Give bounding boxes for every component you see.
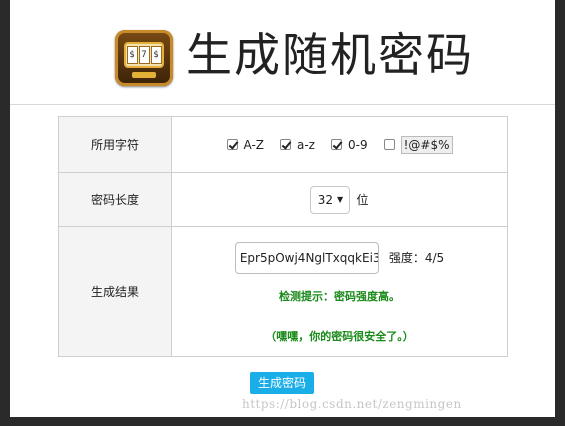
- strength-text: 强度：4/5: [388, 251, 445, 265]
- chevron-down-icon: ▼: [337, 195, 344, 204]
- page-title: 生成随机密码: [186, 28, 474, 82]
- length-unit: 位: [356, 193, 369, 207]
- header: $ 7 $ 生成随机密码: [10, 0, 555, 105]
- checkbox-lowercase-box[interactable]: [280, 139, 291, 150]
- watermark: https://blog.csdn.net/zengmingen: [242, 397, 462, 411]
- checkbox-symbols-box[interactable]: [383, 139, 395, 150]
- password-form: 所用字符 A-Z a-z 0-9 !@#$% 密码长度 32 ▼ 位 生成结果 …: [58, 116, 508, 357]
- slot-machine-icon: $ 7 $: [115, 30, 173, 86]
- reel: $: [150, 46, 162, 64]
- checkbox-uppercase-label: A-Z: [243, 137, 265, 152]
- strength-hint: 检测提示：密码强度高。: [279, 289, 400, 303]
- length-select-value: 32: [317, 192, 334, 207]
- length-label: 密码长度: [58, 172, 172, 227]
- checkbox-lowercase-label: a-z: [297, 137, 315, 152]
- checkbox-digits-label: 0-9: [347, 137, 368, 152]
- length-select[interactable]: 32 ▼: [310, 185, 351, 214]
- checkbox-lowercase[interactable]: a-z: [280, 138, 315, 152]
- charset-options: A-Z a-z 0-9 !@#$%: [172, 135, 507, 154]
- result-label: 生成结果: [58, 226, 172, 357]
- generate-password-button[interactable]: 生成密码: [250, 372, 314, 394]
- checkbox-digits[interactable]: 0-9: [330, 137, 368, 152]
- charset-label: 所用字符: [58, 116, 172, 173]
- page: $ 7 $ 生成随机密码 所用字符 A-Z a-z 0-9 !@#$% 密码长度…: [10, 0, 555, 417]
- password-output-field[interactable]: Epr5pOwj4NglTxqqkEi3: [234, 241, 379, 274]
- checkbox-symbols-label: !@#$%: [400, 135, 453, 154]
- checkbox-uppercase[interactable]: A-Z: [226, 137, 265, 152]
- checkbox-uppercase-box[interactable]: [226, 139, 238, 150]
- safety-message: （嘿嘿，你的密码很安全了。）: [265, 329, 414, 343]
- checkbox-symbols[interactable]: !@#$%: [383, 135, 453, 154]
- reel: $: [126, 46, 138, 64]
- checkbox-digits-box[interactable]: [330, 139, 342, 150]
- reel: 7: [138, 46, 150, 64]
